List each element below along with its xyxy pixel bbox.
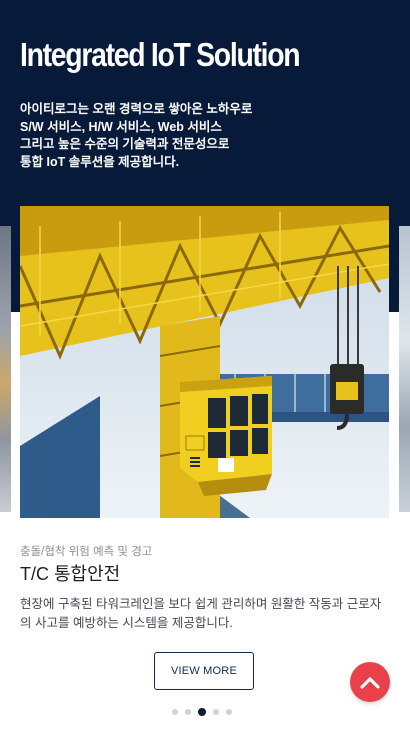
pagination-dot[interactable] xyxy=(185,709,191,715)
next-slide-peek[interactable] xyxy=(399,226,410,512)
hero-title: Integrated IoT Solution xyxy=(20,36,301,73)
hero-description: 아이티로그는 오랜 경력으로 쌓아온 노하우로 S/W 서비스, H/W 서비스… xyxy=(20,101,320,171)
pagination-dot[interactable] xyxy=(213,709,219,715)
card-title: T/C 통합안전 xyxy=(20,564,121,584)
pagination-dot[interactable] xyxy=(172,709,178,715)
view-more-button[interactable]: VIEW MORE xyxy=(154,652,254,690)
prev-slide-peek[interactable] xyxy=(0,226,11,512)
hero-description-line: 통합 IoT 솔루션을 제공합니다. xyxy=(20,154,180,169)
pagination-dot-active[interactable] xyxy=(198,708,206,716)
card-subtitle: 충돌/협착 위험 예측 및 경고 xyxy=(20,546,153,558)
hero-description-line: 그리고 높은 수준의 기술력과 전문성으로 xyxy=(20,137,230,151)
hero-description-line: S/W 서비스, H/W 서비스, Web 서비스 xyxy=(20,119,222,134)
carousel-pagination xyxy=(172,708,232,716)
hero-description-line: 아이티로그는 오랜 경력으로 쌓아온 노하우로 xyxy=(20,102,253,116)
card-photo xyxy=(20,206,389,518)
chevron-up-icon xyxy=(360,677,380,689)
solution-card: 충돌/협착 위험 예측 및 경고 T/C 통합안전 현장에 구축된 타워크레인을… xyxy=(20,206,389,740)
pagination-dot[interactable] xyxy=(226,709,232,715)
scroll-to-top-button[interactable] xyxy=(350,662,390,702)
card-description: 현장에 구축된 타워크레인을 보다 쉽게 관리하며 원활한 작동과 근로자의 사… xyxy=(20,597,382,630)
